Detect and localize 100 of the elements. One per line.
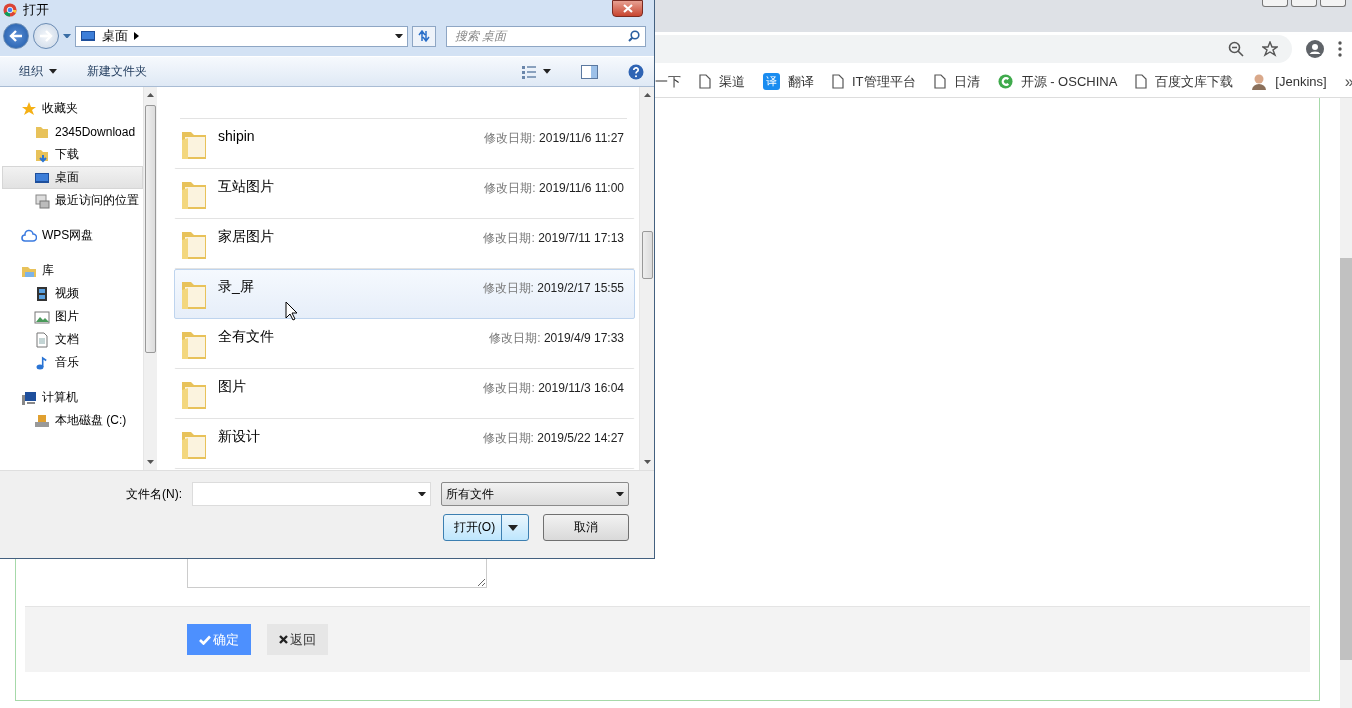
cancel-button[interactable]: 取消 xyxy=(543,514,629,541)
monitor-icon xyxy=(80,28,96,44)
dialog-title: 打开 xyxy=(23,1,49,19)
file-name: 图片 xyxy=(218,378,247,396)
modified-date: 修改日期: 2019/2/17 15:55 xyxy=(482,280,624,297)
nav-item-label: 2345Download xyxy=(55,124,136,139)
close-icon xyxy=(622,4,633,13)
nav-item-label: 视频 xyxy=(55,285,79,302)
scroll-down-icon[interactable] xyxy=(643,460,651,464)
c-logo-icon xyxy=(997,74,1013,89)
nav-item-label: 最近访问的位置 xyxy=(55,192,139,209)
profile-icon[interactable] xyxy=(1306,40,1324,58)
more-bookmarks-button[interactable]: » xyxy=(1344,72,1352,91)
modified-date: 修改日期: 2019/11/6 11:00 xyxy=(484,180,624,197)
file-name: 新设计 xyxy=(218,428,261,446)
page-scrollbar[interactable] xyxy=(1340,98,1352,708)
file-list-scrollbar[interactable] xyxy=(639,87,654,470)
nav-group[interactable]: WPS网盘 xyxy=(0,224,143,247)
bookmark-link[interactable]: 渠道 xyxy=(699,72,745,91)
file-row[interactable]: 图片 修改日期: 2019/11/3 16:04 xyxy=(174,369,635,419)
nav-item[interactable]: 2345Download xyxy=(2,120,143,143)
file-type-select[interactable]: 所有文件 xyxy=(441,482,629,506)
nav-group-label: 库 xyxy=(42,262,54,279)
preview-pane-button[interactable] xyxy=(581,64,598,79)
nav-item[interactable]: 文档 xyxy=(2,328,143,351)
open-button[interactable]: 打开(O) xyxy=(443,514,529,541)
file-name-field[interactable] xyxy=(192,482,431,506)
address-bar[interactable]: 桌面 xyxy=(75,25,408,47)
nav-group[interactable]: 库 xyxy=(0,259,143,282)
dropdown-caret-icon xyxy=(508,524,519,531)
bookmark-link[interactable]: 一下 xyxy=(655,72,681,91)
recent-places-icon xyxy=(34,192,50,209)
disk-drive-icon xyxy=(34,412,50,429)
modified-date: 修改日期: 2019/4/9 17:33 xyxy=(489,330,624,347)
nav-item[interactable]: 下载 xyxy=(2,143,143,166)
close-button[interactable] xyxy=(1320,0,1346,7)
nav-item[interactable]: 最近访问的位置 xyxy=(2,189,143,212)
scroll-thumb[interactable] xyxy=(1340,258,1352,660)
film-icon xyxy=(34,285,50,302)
file-name: shipin xyxy=(218,128,256,144)
nav-group-label: WPS网盘 xyxy=(42,227,94,244)
page-icon xyxy=(933,74,946,89)
computer-icon xyxy=(21,389,37,406)
close-button[interactable] xyxy=(612,0,643,17)
chevron-icon xyxy=(134,32,139,40)
search-field[interactable]: 搜索 桌面 xyxy=(446,25,646,47)
nav-item[interactable]: 视频 xyxy=(2,282,143,305)
file-row[interactable]: 新设计 修改日期: 2019/5/22 14:27 xyxy=(174,419,635,469)
back-button[interactable]: 返回 xyxy=(267,624,328,655)
nav-item-label: 本地磁盘 (C:) xyxy=(55,412,127,429)
nav-item-label: 图片 xyxy=(55,308,79,325)
modified-date: 修改日期: 2019/11/3 16:04 xyxy=(483,380,624,397)
maximize-button[interactable] xyxy=(1291,0,1317,7)
file-row[interactable]: 全有文件 修改日期: 2019/4/9 17:33 xyxy=(174,319,635,369)
address-text: 桌面 xyxy=(102,27,128,45)
scroll-down-icon[interactable] xyxy=(147,460,154,464)
page-icon xyxy=(699,74,711,89)
file-name: 家居图片 xyxy=(218,228,275,246)
zoom-out-icon[interactable] xyxy=(1228,41,1244,57)
bookmark-link[interactable]: 译 翻译 xyxy=(763,72,814,91)
help-icon xyxy=(628,63,644,80)
preview-pane-icon xyxy=(581,64,598,79)
file-name: 录_屏 xyxy=(218,278,255,296)
nav-item-label: 文档 xyxy=(55,331,79,348)
nav-scrollbar[interactable] xyxy=(143,87,157,470)
file-name: 全有文件 xyxy=(218,328,275,346)
bookmark-link[interactable]: [Jenkins] xyxy=(1251,73,1327,90)
nav-item[interactable]: 图片 xyxy=(2,305,143,328)
nav-group[interactable]: 计算机 xyxy=(0,386,143,409)
refresh-icon xyxy=(417,30,431,42)
menu-icon[interactable] xyxy=(1338,41,1342,57)
scroll-thumb[interactable] xyxy=(145,105,156,353)
file-name: 互站图片 xyxy=(218,178,275,196)
nav-group[interactable]: 收藏夹 xyxy=(0,97,143,120)
help-button[interactable] xyxy=(628,63,644,80)
nav-item[interactable]: 桌面 xyxy=(2,166,143,189)
scroll-thumb[interactable] xyxy=(641,231,653,279)
nav-item[interactable]: 本地磁盘 (C:) xyxy=(2,409,143,432)
bookmark-link[interactable]: IT管理平台 xyxy=(832,72,916,91)
refresh-button[interactable] xyxy=(412,25,436,47)
file-row[interactable]: shipin 修改日期: 2019/11/6 11:27 xyxy=(174,119,635,169)
scroll-up-icon[interactable] xyxy=(643,93,651,97)
organize-button[interactable]: 组织 xyxy=(19,63,57,80)
search-icon xyxy=(628,30,640,42)
bookmark-link[interactable]: 百度文库下载 xyxy=(1135,72,1234,91)
translate-icon: 译 xyxy=(763,73,780,90)
nav-item[interactable]: 音乐 xyxy=(2,351,143,374)
minimize-button[interactable] xyxy=(1262,0,1288,7)
star-icon[interactable] xyxy=(1262,41,1278,57)
forward-button[interactable] xyxy=(33,23,59,49)
file-row[interactable]: 互站图片 修改日期: 2019/11/6 11:00 xyxy=(174,169,635,219)
bookmark-link[interactable]: 开源 - OSCHINA xyxy=(997,72,1118,91)
page-icon xyxy=(1135,74,1148,89)
avatar-icon xyxy=(1251,73,1268,90)
file-row[interactable]: 录_屏 修改日期: 2019/2/17 15:55 xyxy=(174,269,635,319)
view-options-button[interactable] xyxy=(521,64,551,79)
back-button[interactable] xyxy=(3,23,29,49)
scroll-up-icon[interactable] xyxy=(147,93,154,97)
new-folder-button[interactable]: 新建文件夹 xyxy=(87,63,147,80)
bookmark-link[interactable]: 日清 xyxy=(933,72,980,91)
